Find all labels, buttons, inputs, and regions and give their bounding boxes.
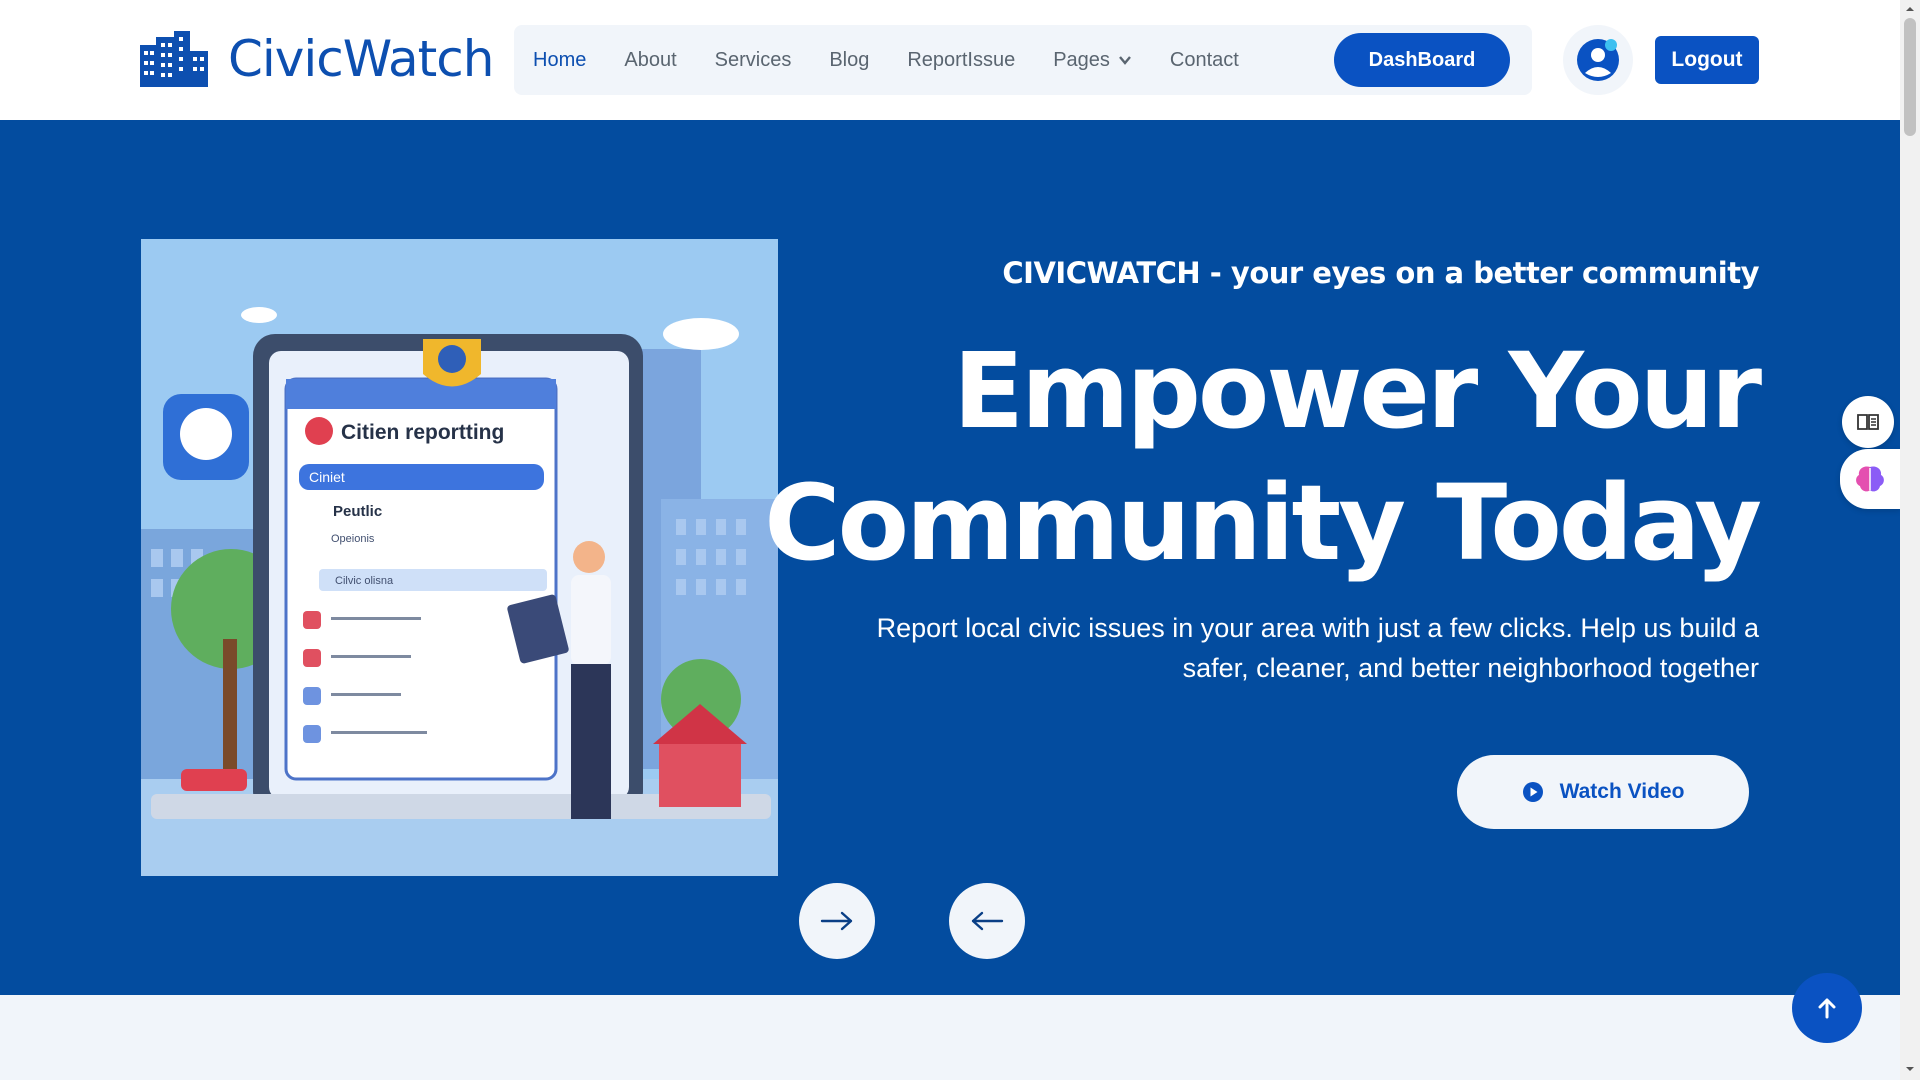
page-scrollbar[interactable] xyxy=(1900,0,1920,1080)
hero-title-line-2: Community Today xyxy=(764,462,1762,584)
watch-video-button[interactable]: Watch Video xyxy=(1457,755,1749,829)
brain-icon xyxy=(1856,466,1884,492)
main-nav: Home About Services Blog ReportIssue Pag… xyxy=(514,25,1532,95)
illustration-field-label: Ciniet xyxy=(309,469,345,485)
nav-item-blog[interactable]: Blog xyxy=(829,49,869,72)
reader-mode-button[interactable] xyxy=(1842,396,1894,448)
slider-next-button[interactable] xyxy=(799,883,875,959)
illustration-item-1: Peutlic xyxy=(333,503,382,520)
brand-name: CivicWatch xyxy=(228,30,494,88)
logout-button[interactable]: Logout xyxy=(1655,36,1759,84)
illustration-item-2: Opeionis xyxy=(331,533,375,545)
user-avatar[interactable] xyxy=(1563,25,1633,95)
hero-description: Report local civic issues in your area w… xyxy=(876,613,1759,683)
nav-item-pages[interactable]: Pages xyxy=(1053,49,1132,72)
scrollbar-thumb[interactable] xyxy=(1904,18,1916,136)
scroll-up-arrow-icon[interactable] xyxy=(1905,4,1915,14)
nav-item-pages-label: Pages xyxy=(1053,48,1110,71)
illustration-item-3: Cilvic olisna xyxy=(335,575,394,587)
nav-item-home[interactable]: Home xyxy=(533,49,586,72)
hero-subtitle: CIVICWATCH - your eyes on a better commu… xyxy=(1002,256,1759,290)
chevron-down-icon xyxy=(1119,56,1131,65)
brand-logo[interactable]: CivicWatch xyxy=(140,30,494,88)
hero-illustration: Citien reportting Ciniet Peutlic Opeioni… xyxy=(141,239,778,876)
hero-section: Citien reportting Ciniet Peutlic Opeioni… xyxy=(0,120,1900,995)
book-reader-icon xyxy=(1857,414,1879,430)
play-circle-icon xyxy=(1522,782,1543,802)
arrow-left-icon xyxy=(971,911,1004,931)
arrow-right-icon xyxy=(820,911,853,931)
hero-title-line-1: Empower Your xyxy=(953,330,1762,452)
nav-item-services[interactable]: Services xyxy=(715,49,792,72)
nav-item-about[interactable]: About xyxy=(624,49,676,72)
scroll-to-top-button[interactable] xyxy=(1792,973,1862,1043)
arrow-up-icon xyxy=(1818,998,1836,1019)
site-header: CivicWatch Home About Services Blog Repo… xyxy=(0,0,1900,120)
user-avatar-icon xyxy=(1577,39,1619,81)
nav-item-report-issue[interactable]: ReportIssue xyxy=(907,49,1015,72)
hero-title: Empower Your Community Today xyxy=(759,325,1762,589)
scroll-down-arrow-icon[interactable] xyxy=(1905,1064,1915,1074)
nav-item-contact[interactable]: Contact xyxy=(1170,49,1239,72)
illustration-card-title: Citien reportting xyxy=(341,421,504,444)
dashboard-button[interactable]: DashBoard xyxy=(1334,33,1510,87)
watch-video-label: Watch Video xyxy=(1559,780,1685,803)
city-buildings-icon xyxy=(140,31,208,87)
ai-assistant-button[interactable] xyxy=(1840,449,1900,509)
slider-prev-button[interactable] xyxy=(949,883,1025,959)
